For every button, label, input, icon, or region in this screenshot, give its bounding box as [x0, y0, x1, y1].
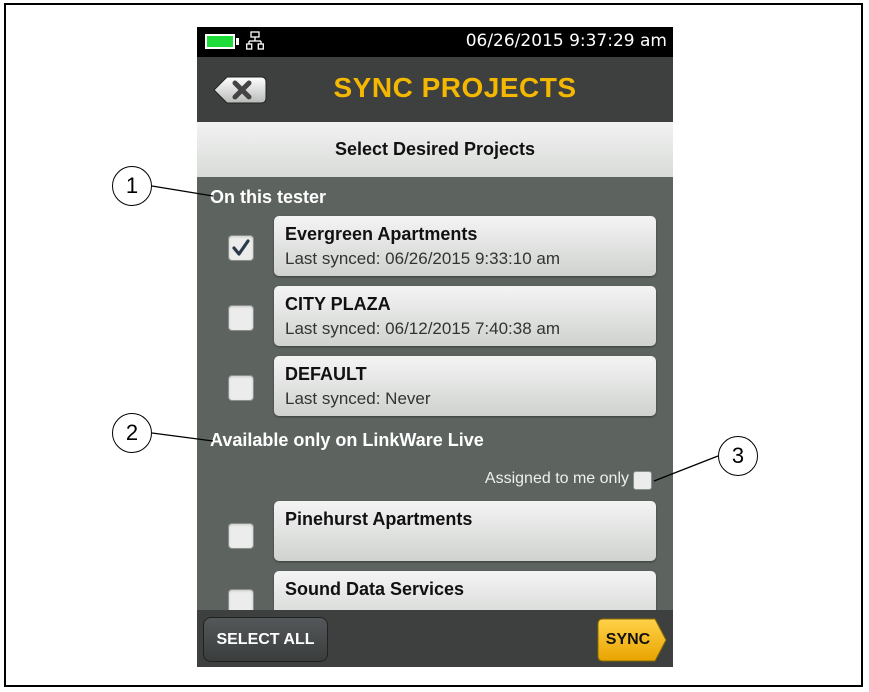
callout-2: 2	[112, 413, 152, 453]
callout-leaders	[151, 185, 719, 482]
callout-1: 1	[112, 166, 152, 206]
callout-3: 3	[718, 436, 758, 476]
